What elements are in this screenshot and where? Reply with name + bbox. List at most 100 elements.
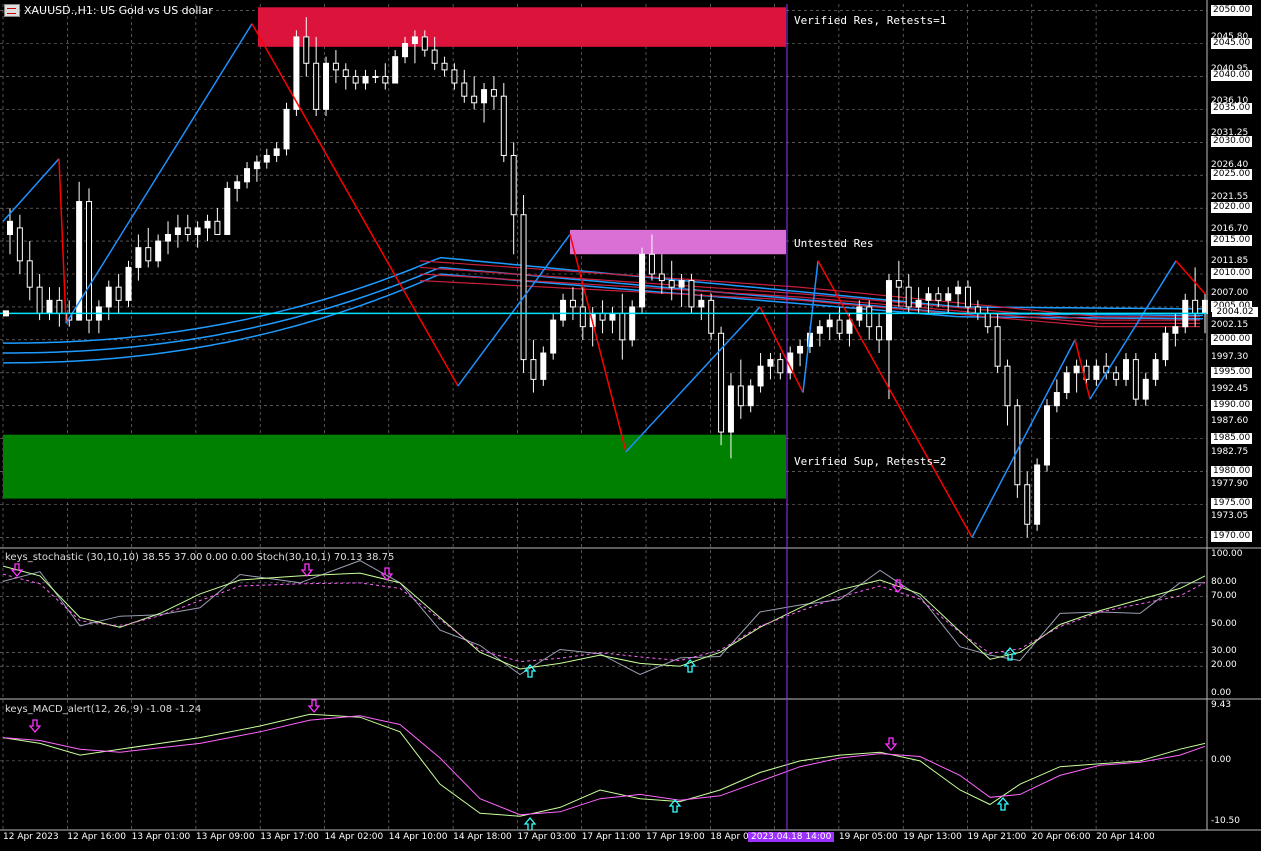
candle-body	[609, 313, 616, 321]
price-axis-label: 1982.75	[1211, 447, 1249, 458]
time-axis-label: 13 Apr 01:00	[131, 832, 191, 842]
candle-body	[234, 181, 241, 189]
stoch-axis-label: 100.00	[1211, 549, 1243, 559]
time-axis-label: 13 Apr 09:00	[195, 832, 255, 842]
candle-body	[866, 306, 873, 328]
price-axis-label: 2025.00	[1208, 169, 1261, 181]
stoch-main-line	[2, 565, 1206, 670]
time-axis-label: 13 Apr 17:00	[260, 832, 319, 842]
candle-body	[846, 319, 853, 334]
candle-body	[964, 286, 971, 308]
stoch-sell-arrow-icon	[380, 567, 394, 582]
candle-body	[1162, 332, 1169, 361]
candle-body	[550, 319, 557, 354]
candle-body	[994, 326, 1001, 367]
stoch-sell-arrow-icon	[300, 563, 314, 578]
price-axis-label: 2011.85	[1211, 255, 1249, 266]
stoch-raw-line	[2, 560, 1205, 676]
price-axis-label: 2004.02	[1208, 307, 1261, 319]
candle-body	[1073, 365, 1080, 374]
macd-buy-arrow-icon	[996, 796, 1010, 811]
candle-body	[56, 299, 63, 315]
time-axis-label: 17 Apr 11:00	[581, 832, 641, 842]
macd-sell-arrow-icon	[307, 699, 321, 714]
candle-body	[648, 253, 655, 275]
price-axis-label: 2000.00	[1208, 333, 1261, 346]
stochastic-panel	[0, 560, 1207, 678]
candle-body	[530, 359, 537, 380]
candle-body	[984, 313, 991, 328]
price-grid-label: 1980.00	[1211, 465, 1253, 477]
candle-body	[471, 95, 478, 104]
candle-body	[1014, 405, 1021, 486]
candle-body	[816, 326, 823, 334]
candle-body	[639, 253, 646, 308]
price-axis-label: 1975.00	[1208, 498, 1261, 510]
candle-body	[895, 280, 902, 288]
price-grid-label: 2020.00	[1211, 202, 1253, 214]
macd-axis-label: 9.43	[1211, 700, 1232, 710]
time-axis-label: 17 Apr 03:00	[517, 832, 577, 842]
candle-body	[767, 359, 774, 367]
candle-body	[1093, 365, 1100, 380]
price-axis-label: 2020.00	[1208, 202, 1261, 214]
price-grid-label: 2000.00	[1211, 333, 1253, 345]
candle-body	[204, 220, 211, 229]
candle-body	[244, 168, 251, 183]
candle-body	[253, 161, 260, 170]
chart-window[interactable]: XAUUSD.,H1: US Gold vs US dollar Verifie…	[0, 0, 1261, 847]
zigzag-segment	[1175, 260, 1206, 295]
candle-body	[678, 280, 685, 288]
candle-body	[1172, 326, 1179, 334]
candle-body	[1192, 299, 1199, 315]
candle-body	[688, 280, 695, 308]
candle-body	[402, 43, 409, 58]
candle-body	[737, 385, 744, 407]
candle-body	[461, 82, 468, 97]
candle-body	[945, 293, 952, 301]
res2-zone-label: Untested Res	[794, 237, 874, 250]
candle-body	[500, 95, 507, 156]
candle-body	[105, 286, 112, 308]
candle-body	[560, 299, 567, 321]
price-axis-label: 2015.00	[1208, 235, 1261, 247]
price-axis-label: 1990.00	[1208, 399, 1261, 412]
candle-body	[1024, 484, 1031, 525]
candle-body	[145, 247, 152, 262]
price-axis-label: 2050.00	[1208, 4, 1261, 17]
candle-body	[826, 319, 833, 328]
current-price-marker	[3, 310, 9, 317]
candle-body	[510, 154, 517, 216]
time-axis-label: 19 Apr 13:00	[903, 832, 962, 842]
zigzag-segment	[759, 306, 804, 393]
candle-body	[411, 36, 418, 45]
chart-menu-icon[interactable]	[4, 4, 20, 17]
candle-body	[1132, 359, 1139, 400]
time-axis-label: 19 Apr 21:00	[967, 832, 1027, 842]
candle-body	[115, 286, 122, 301]
stoch-axis-label: 0.00	[1211, 688, 1232, 698]
time-axis-label: 20 Apr 06:00	[1031, 832, 1091, 842]
verified-support-zone	[3, 434, 786, 499]
candle-body	[569, 299, 576, 308]
macd-buy-arrow-icon	[523, 816, 537, 831]
candle-body	[174, 227, 181, 235]
chart-canvas[interactable]	[0, 0, 1261, 847]
price-axis-label: 2010.00	[1208, 268, 1261, 280]
candle-body	[1063, 372, 1070, 394]
zigzag-segment	[971, 339, 1076, 538]
ma-red-line	[419, 273, 1200, 324]
stoch-axis-label: 20.00	[1211, 660, 1237, 671]
candle-body	[26, 260, 33, 288]
candle-body	[876, 326, 883, 341]
price-axis-label: 1992.45	[1211, 383, 1249, 394]
candle-body	[342, 69, 349, 77]
candle-body	[1034, 464, 1041, 525]
macd-axis-label: -10.50	[1211, 816, 1241, 826]
zigzag-segment	[569, 234, 627, 452]
price-grid-label: 2035.00	[1211, 103, 1253, 115]
stoch-axis-label: 70.00	[1211, 590, 1237, 601]
candle-body	[184, 227, 191, 235]
candle-body	[7, 220, 13, 235]
time-axis-label: 12 Apr 2023	[3, 832, 59, 842]
